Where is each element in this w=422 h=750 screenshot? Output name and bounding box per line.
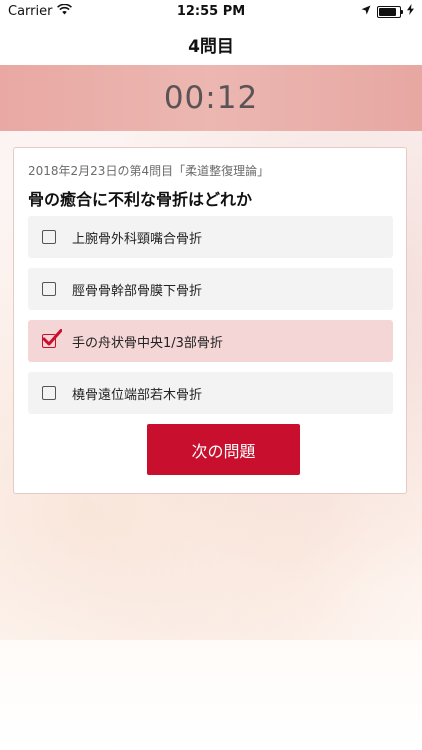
checkbox-unchecked-icon[interactable] (42, 230, 56, 244)
option-label: 手の舟状骨中央1/3部骨折 (72, 335, 223, 351)
page-title: 4問目 (188, 37, 234, 57)
battery-icon (377, 5, 403, 18)
checkbox-unchecked-icon[interactable] (42, 386, 56, 400)
answer-option-4[interactable]: 橈骨遠位端部若木骨折 (28, 372, 393, 414)
checkmark-icon (42, 329, 62, 346)
timer-display: 00:12 (163, 80, 259, 116)
timer-banner: 00:12 (0, 65, 422, 131)
checkbox-checked[interactable] (42, 329, 62, 348)
navigation-bar: 4問目 (0, 24, 422, 65)
next-question-button[interactable]: 次の問題 (147, 424, 300, 475)
checkbox-unchecked-icon[interactable] (42, 282, 56, 296)
answer-option-1[interactable]: 上腕骨外科頸嘴合骨折 (28, 216, 393, 258)
answer-option-3[interactable]: 手の舟状骨中央1/3部骨折 (28, 320, 393, 362)
location-arrow-icon (361, 4, 371, 19)
answer-option-2[interactable]: 脛骨骨幹部骨膜下骨折 (28, 268, 393, 310)
question-text: 骨の癒合に不利な骨折はどれか (28, 190, 253, 209)
charging-bolt-icon (407, 4, 414, 19)
question-card: 2018年2月23日の第4問目「柔道整復理論」 骨の癒合に不利な骨折はどれか 上… (13, 147, 407, 494)
option-label: 脛骨骨幹部骨膜下骨折 (72, 283, 203, 299)
option-label: 上腕骨外科頸嘴合骨折 (72, 231, 203, 247)
status-right-group (361, 4, 414, 19)
status-bar: Carrier 12:55 PM (0, 0, 422, 24)
option-label: 橈骨遠位端部若木骨折 (72, 387, 203, 403)
status-time: 12:55 PM (176, 4, 246, 19)
question-source: 2018年2月23日の第4問目「柔道整復理論」 (28, 164, 270, 178)
